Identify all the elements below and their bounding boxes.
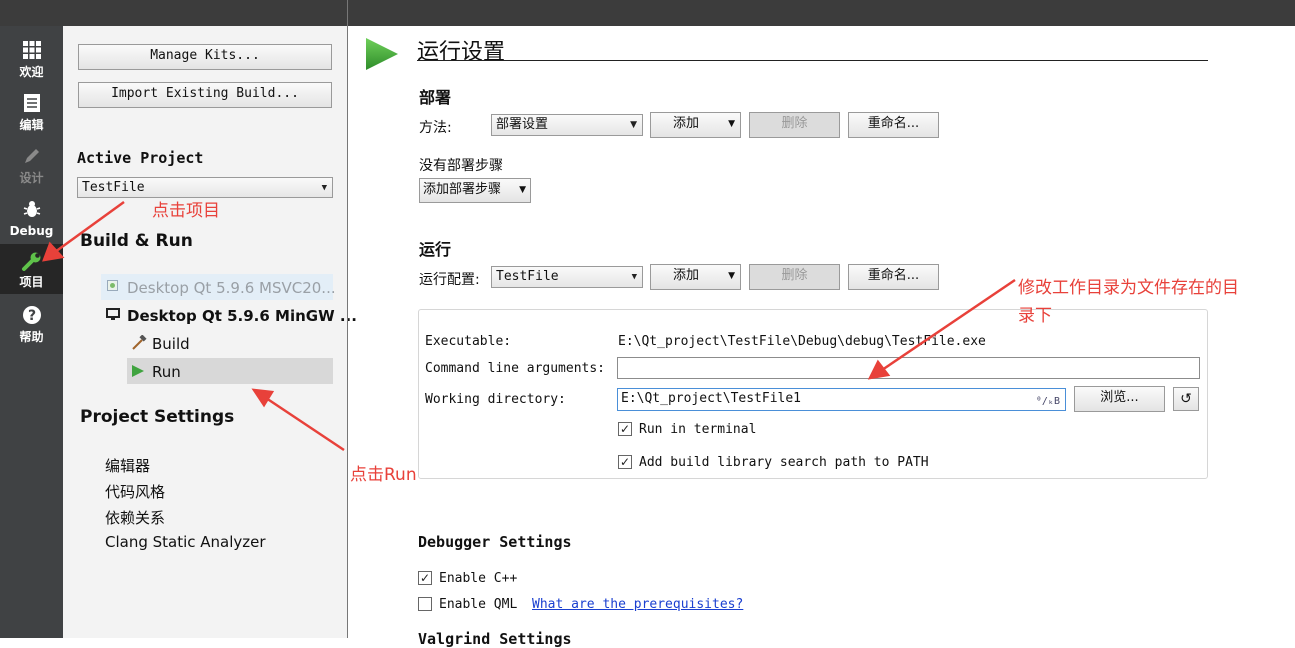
annotation-click-project: 点击项目 — [152, 201, 220, 221]
annotation-click-run: 点击Run — [350, 465, 417, 485]
annotation-arrows — [42, 200, 1016, 452]
annotation-workdir-note-1: 修改工作目录为文件存在的目 — [1018, 278, 1239, 298]
annotation-workdir-note-2: 录下 — [1018, 306, 1052, 326]
